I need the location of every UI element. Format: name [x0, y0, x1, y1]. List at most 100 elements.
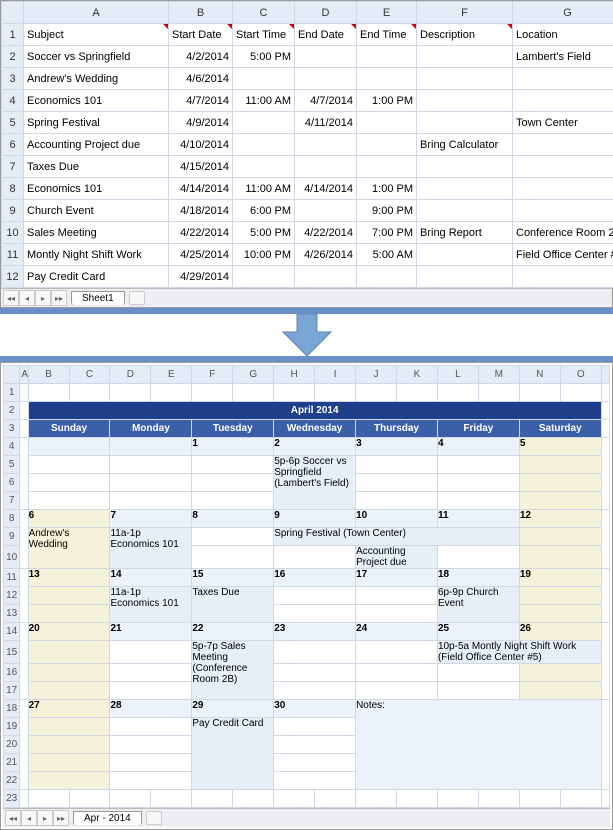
row-header[interactable]: 3: [4, 420, 20, 438]
row-header[interactable]: 17: [4, 682, 20, 700]
event-cell[interactable]: Spring Festival (Town Center): [274, 528, 520, 546]
cell[interactable]: [513, 266, 613, 288]
day-number[interactable]: 1: [192, 438, 274, 456]
tab-nav[interactable]: ◂◂◂▸▸▸: [5, 810, 69, 826]
day-number[interactable]: 29: [192, 700, 274, 718]
cell[interactable]: 4/7/2014: [295, 90, 357, 112]
cell[interactable]: 4/18/2014: [169, 200, 233, 222]
col-header[interactable]: F: [417, 2, 513, 24]
cell[interactable]: Spring Festival: [24, 112, 169, 134]
cell[interactable]: 4/29/2014: [169, 266, 233, 288]
col-header[interactable]: C: [233, 2, 295, 24]
cell[interactable]: Start Time: [233, 24, 295, 46]
day-number[interactable]: 30: [274, 700, 356, 718]
cell[interactable]: Taxes Due: [24, 156, 169, 178]
cell[interactable]: Accounting Project due: [24, 134, 169, 156]
col-header[interactable]: N: [519, 366, 560, 384]
cell[interactable]: [417, 200, 513, 222]
cell[interactable]: Start Date: [169, 24, 233, 46]
cell[interactable]: [513, 134, 613, 156]
cell[interactable]: [417, 178, 513, 200]
row-header[interactable]: 9: [2, 200, 24, 222]
cell[interactable]: [233, 134, 295, 156]
row-header[interactable]: 7: [2, 156, 24, 178]
row-header[interactable]: 1: [2, 24, 24, 46]
col-header[interactable]: G: [233, 366, 274, 384]
event-cell[interactable]: 5p-7p Sales Meeting (Conference Room 2B): [192, 641, 274, 700]
cell[interactable]: [357, 156, 417, 178]
cell[interactable]: [233, 68, 295, 90]
cell[interactable]: End Time: [357, 24, 417, 46]
cell[interactable]: Bring Calculator: [417, 134, 513, 156]
row-header[interactable]: 13: [4, 605, 20, 623]
row-header[interactable]: 12: [4, 587, 20, 605]
row-header[interactable]: 10: [2, 222, 24, 244]
day-number[interactable]: 10: [356, 510, 438, 528]
row-header[interactable]: 8: [2, 178, 24, 200]
cell[interactable]: Town Center: [513, 112, 613, 134]
calendar-grid[interactable]: ABCDEFGHIJKLMNO 12April 20143SundayMonda…: [3, 365, 610, 808]
day-number[interactable]: 4: [437, 438, 519, 456]
col-header[interactable]: F: [192, 366, 233, 384]
cell[interactable]: [417, 244, 513, 266]
col-header[interactable]: I: [315, 366, 356, 384]
cell[interactable]: 1:00 PM: [357, 90, 417, 112]
cell[interactable]: [417, 68, 513, 90]
cell[interactable]: Church Event: [24, 200, 169, 222]
day-number[interactable]: 6: [28, 510, 110, 528]
row-header[interactable]: 3: [2, 68, 24, 90]
cell[interactable]: Economics 101: [24, 90, 169, 112]
corner-cell[interactable]: [4, 366, 20, 384]
row-header[interactable]: 20: [4, 736, 20, 754]
cell[interactable]: 4/14/2014: [169, 178, 233, 200]
cell[interactable]: [295, 46, 357, 68]
row-header[interactable]: 9: [4, 528, 20, 546]
notes-cell[interactable]: Notes:: [356, 700, 602, 790]
cell[interactable]: 4/2/2014: [169, 46, 233, 68]
cell[interactable]: [513, 200, 613, 222]
event-cell[interactable]: 6p-9p Church Event: [437, 587, 519, 623]
row-header[interactable]: 11: [4, 569, 20, 587]
row-header[interactable]: 1: [4, 384, 20, 402]
col-header[interactable]: L: [437, 366, 478, 384]
cell[interactable]: 4/22/2014: [169, 222, 233, 244]
row-header[interactable]: 12: [2, 266, 24, 288]
row-header[interactable]: 22: [4, 772, 20, 790]
col-header[interactable]: D: [295, 2, 357, 24]
day-number[interactable]: 26: [519, 623, 601, 641]
row-header[interactable]: 8: [4, 510, 20, 528]
col-header[interactable]: G: [513, 2, 613, 24]
day-number[interactable]: 25: [437, 623, 519, 641]
row-header[interactable]: 7: [4, 492, 20, 510]
cell[interactable]: [417, 156, 513, 178]
day-number[interactable]: 2: [274, 438, 356, 456]
day-number[interactable]: 8: [192, 510, 274, 528]
day-number[interactable]: 24: [356, 623, 438, 641]
row-header[interactable]: 5: [2, 112, 24, 134]
cell[interactable]: [357, 68, 417, 90]
cell[interactable]: Lambert's Field: [513, 46, 613, 68]
day-number[interactable]: 13: [28, 569, 110, 587]
cell[interactable]: 4/9/2014: [169, 112, 233, 134]
cell[interactable]: Soccer vs Springfield: [24, 46, 169, 68]
cell[interactable]: [295, 134, 357, 156]
cell[interactable]: [513, 156, 613, 178]
cell[interactable]: Conference Room 2B: [513, 222, 613, 244]
cell[interactable]: [417, 90, 513, 112]
event-table[interactable]: ABCDEFG 1SubjectStart DateStart TimeEnd …: [1, 1, 613, 288]
event-cell[interactable]: Taxes Due: [192, 587, 274, 623]
day-number[interactable]: 17: [356, 569, 438, 587]
col-header[interactable]: A: [24, 2, 169, 24]
event-cell[interactable]: 11a-1p Economics 101: [110, 587, 192, 623]
col-header[interactable]: [601, 366, 609, 384]
day-number[interactable]: 11: [437, 510, 519, 528]
row-header[interactable]: 16: [4, 664, 20, 682]
col-header[interactable]: A: [20, 366, 28, 384]
col-header[interactable]: H: [274, 366, 315, 384]
day-number[interactable]: 21: [110, 623, 192, 641]
cell[interactable]: [357, 112, 417, 134]
cell[interactable]: 5:00 PM: [233, 46, 295, 68]
day-number[interactable]: 12: [519, 510, 601, 528]
sheet-tab[interactable]: Sheet1: [71, 291, 125, 305]
cell[interactable]: 11:00 AM: [233, 90, 295, 112]
